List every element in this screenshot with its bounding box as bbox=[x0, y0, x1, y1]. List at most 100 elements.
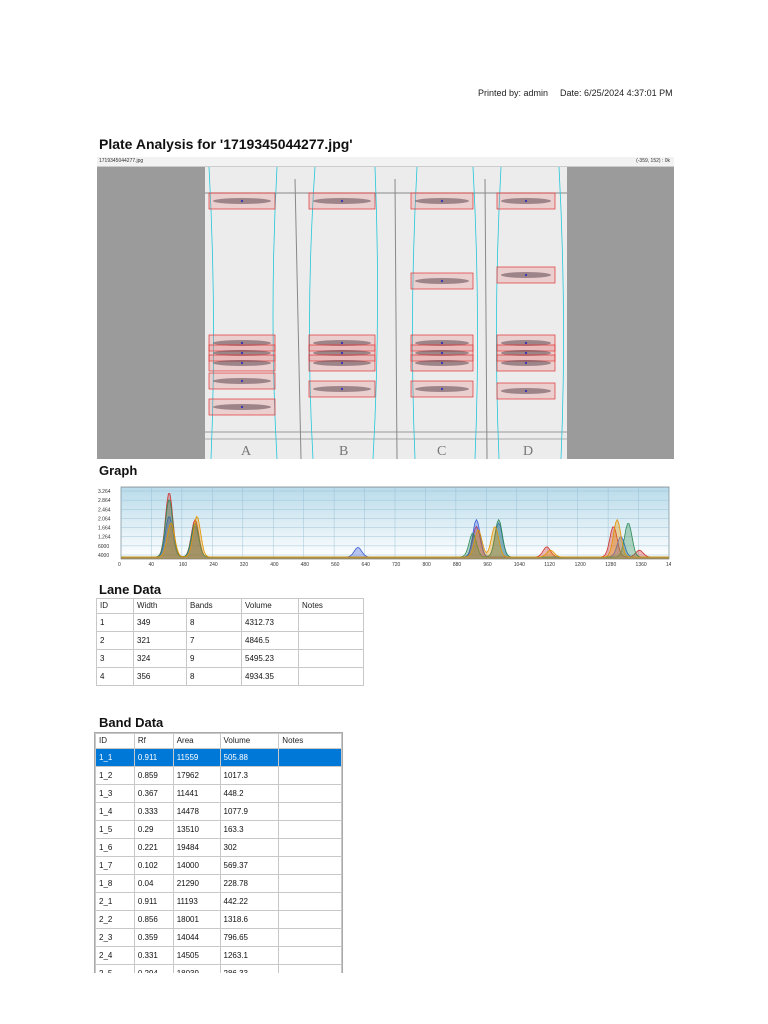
lane-table-cell: 9 bbox=[186, 649, 242, 668]
band-table-cell: 1_3 bbox=[95, 784, 135, 803]
lane-table-cell: 5495.23 bbox=[241, 649, 299, 668]
band-table-row[interactable]: 2_4 0.331 14505 1263.1 bbox=[95, 946, 342, 965]
chart-x-tick-label: 880 bbox=[453, 562, 462, 567]
plate-band-center bbox=[341, 362, 343, 364]
band-col-id[interactable]: ID bbox=[95, 733, 135, 749]
lane-table-cell: 7 bbox=[186, 631, 242, 650]
band-table-row[interactable]: 1_6 0.221 19484 302 bbox=[95, 838, 342, 857]
chart-x-tick-label: 1280 bbox=[605, 562, 616, 567]
printed-by-label: Printed by: admin bbox=[478, 88, 549, 98]
chart-y-tick-label: 1.264 bbox=[98, 535, 111, 541]
band-table-cell: 1_1 bbox=[95, 748, 135, 767]
band-table-cell: 18001 bbox=[172, 910, 221, 929]
band-table-header: ID Rf Area Volume Notes bbox=[95, 733, 342, 749]
band-table-row[interactable]: 1_8 0.04 21290 228.78 bbox=[95, 874, 342, 893]
lane-col-id[interactable]: ID bbox=[96, 598, 134, 614]
plate-band-center bbox=[441, 362, 443, 364]
band-data-heading: Band Data bbox=[99, 715, 164, 730]
band-table-row[interactable]: 2_50.29418039286.33 bbox=[95, 964, 342, 973]
chart-y-tick-label: 2.864 bbox=[98, 498, 111, 504]
lane-letter-d: D bbox=[523, 444, 533, 459]
lane-letter-a: A bbox=[241, 444, 252, 459]
band-table-cell bbox=[278, 874, 342, 893]
chart-x-tick-label: 1360 bbox=[636, 562, 647, 567]
chart-x-tick-label: 640 bbox=[362, 562, 371, 567]
band-table-cell: 14044 bbox=[172, 928, 221, 947]
band-table-row[interactable]: 1_4 0.333 14478 1077.9 bbox=[95, 802, 342, 821]
lane-table-cell: 4 bbox=[96, 667, 134, 686]
lane-table-row[interactable]: 2 321 7 4846.5 bbox=[96, 631, 364, 650]
band-table-cell bbox=[278, 928, 342, 947]
band-table-cell: 1_8 bbox=[95, 874, 135, 893]
band-table-row[interactable]: 2_2 0.856 18001 1318.6 bbox=[95, 910, 342, 929]
band-table-row[interactable]: 2_1 0.911 11193 442.22 bbox=[95, 892, 342, 911]
plate-band-center bbox=[241, 352, 243, 354]
densitometry-chart: 3.264 2.864 2.464 2.064 1.664 1.264 6000 4000 0… bbox=[98, 486, 671, 567]
band-table-cell: 1_4 bbox=[95, 802, 135, 821]
band-table-cell: 18039 bbox=[172, 964, 221, 973]
lane-table-cell bbox=[298, 649, 364, 668]
lane-table-row[interactable]: 4 356 8 4934.35 bbox=[96, 667, 364, 686]
plate-band-center bbox=[441, 200, 443, 202]
chart-x-tick-label: 320 bbox=[240, 562, 249, 567]
lane-table-cell bbox=[298, 667, 364, 686]
band-table-cell: 505.88 bbox=[219, 748, 280, 767]
band-table-cell bbox=[278, 766, 342, 785]
band-table-row[interactable]: 1_1 0.911 11559 505.88 bbox=[95, 748, 342, 767]
plate-band-center bbox=[525, 342, 527, 344]
band-table-row[interactable]: 1_2 0.859 17962 1017.3 bbox=[95, 766, 342, 785]
band-table-row[interactable]: 1_3 0.367 11441 448.2 bbox=[95, 784, 342, 803]
plate-band-center bbox=[241, 362, 243, 364]
plate-band-center bbox=[241, 200, 243, 202]
lane-col-volume[interactable]: Volume bbox=[241, 598, 299, 614]
band-col-area[interactable]: Area bbox=[172, 733, 221, 749]
lane-table-cell bbox=[298, 631, 364, 650]
lane-table-row[interactable]: 3 324 9 5495.23 bbox=[96, 649, 364, 668]
band-table-cell: 1318.6 bbox=[219, 910, 280, 929]
plate-band-center bbox=[525, 200, 527, 202]
chart-x-tick-label: 400 bbox=[270, 562, 279, 567]
band-data-scroll[interactable]: ID Rf Area Volume Notes 1_1 0.911 11559 505… bbox=[94, 732, 343, 973]
chart-x-tick-label: 1200 bbox=[575, 562, 586, 567]
chart-y-tick-label: 2.464 bbox=[98, 507, 111, 513]
plate-band-center bbox=[241, 342, 243, 344]
band-table-cell: 0.294 bbox=[133, 964, 174, 973]
lane-table-cell bbox=[298, 613, 364, 632]
lane-col-notes[interactable]: Notes bbox=[298, 598, 364, 614]
band-table-cell: 21290 bbox=[172, 874, 221, 893]
plate-photo: A B C D bbox=[205, 166, 567, 459]
lane-table-row[interactable]: 1 349 8 4312.73 bbox=[96, 613, 364, 632]
band-col-volume[interactable]: Volume bbox=[219, 733, 280, 749]
band-col-notes[interactable]: Notes bbox=[278, 733, 342, 749]
chart-x-tick-label: 720 bbox=[392, 562, 401, 567]
band-table-cell: 1263.1 bbox=[219, 946, 280, 965]
plate-band-center bbox=[441, 388, 443, 390]
chart-x-tick-label: 480 bbox=[301, 562, 310, 567]
chart-x-tick-label: 560 bbox=[331, 562, 340, 567]
band-table-row[interactable]: 2_3 0.359 14044 796.65 bbox=[95, 928, 342, 947]
band-data-table: ID Rf Area Volume Notes 1_1 0.911 11559 505… bbox=[95, 733, 342, 973]
plate-band-center bbox=[341, 342, 343, 344]
chart-y-tick-label: 4000 bbox=[98, 553, 109, 559]
lane-table-cell: 324 bbox=[133, 649, 187, 668]
band-table-cell: 2_5 bbox=[95, 964, 135, 973]
plate-image-titlebar: 1719345044277.jpg (-359, 152) : 0k bbox=[97, 157, 674, 167]
plate-band-center bbox=[525, 362, 527, 364]
band-table-row[interactable]: 1_7 0.102 14000 569.37 bbox=[95, 856, 342, 875]
lane-col-bands[interactable]: Bands bbox=[186, 598, 242, 614]
band-table-cell: 14478 bbox=[172, 802, 221, 821]
band-col-rf[interactable]: Rf bbox=[133, 733, 174, 749]
plate-coord-readout: (-359, 152) : 0k bbox=[636, 158, 670, 164]
lane-col-width[interactable]: Width bbox=[133, 598, 187, 614]
band-table-cell: 19484 bbox=[172, 838, 221, 857]
lane-data-table: ID Width Bands Volume Notes 1 349 8 4312.73… bbox=[96, 598, 364, 686]
band-table-cell: 2_1 bbox=[95, 892, 135, 911]
band-table-row[interactable]: 1_5 0.29 13510 163.3 bbox=[95, 820, 342, 839]
plate-band-center bbox=[241, 406, 243, 408]
lane-letter-c: C bbox=[437, 444, 446, 459]
band-table-cell: 0.911 bbox=[133, 892, 174, 911]
plate-band-center bbox=[341, 352, 343, 354]
band-table-cell: 0.359 bbox=[133, 928, 174, 947]
band-table-cell: 1_5 bbox=[95, 820, 135, 839]
chart-y-tick-label: 6000 bbox=[98, 544, 109, 550]
